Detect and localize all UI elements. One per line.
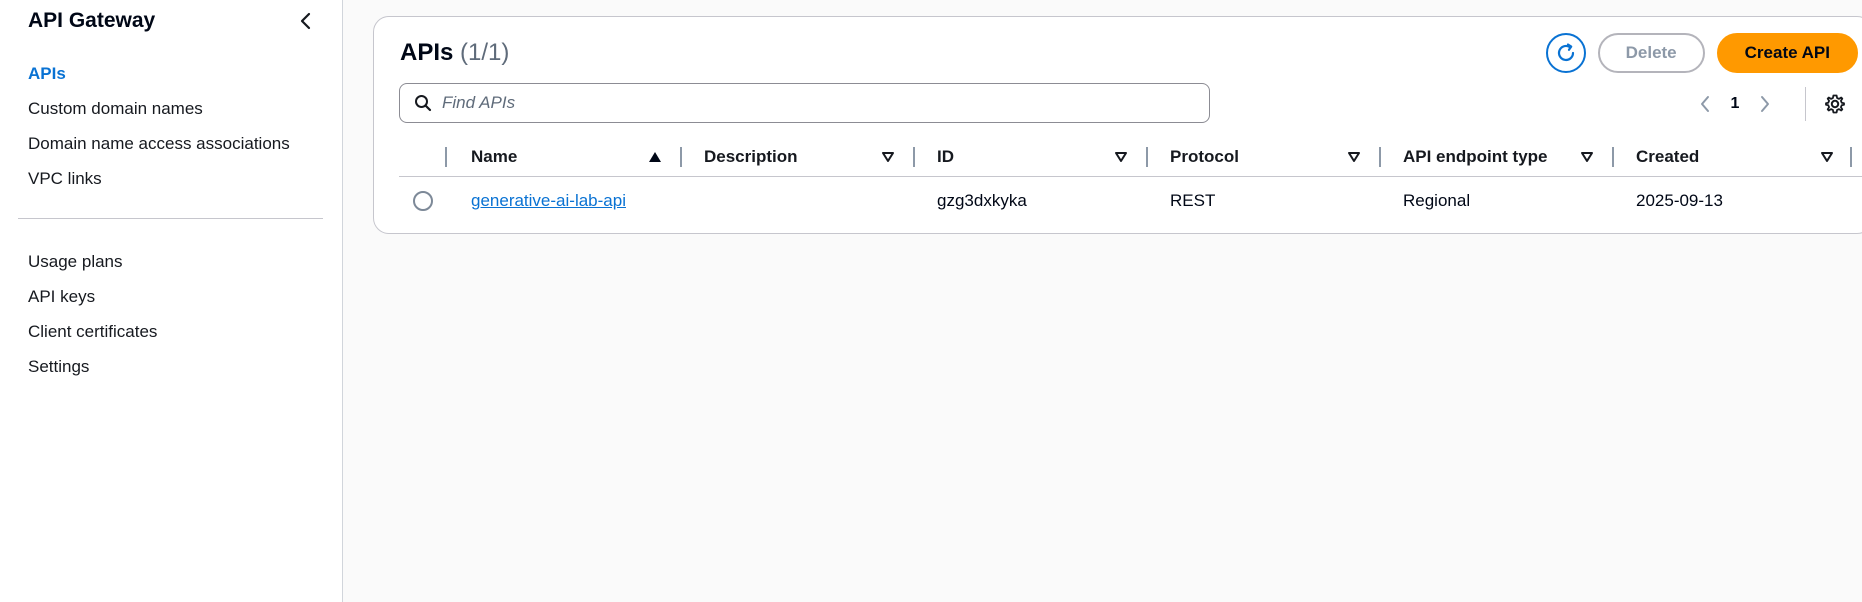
refresh-button[interactable] (1545, 33, 1586, 73)
sort-descending-icon[interactable] (1820, 151, 1834, 163)
table-row: generative-ai-lab-api gzg3dxkyka REST Re… (399, 177, 1862, 225)
column-header-protocol-label: Protocol (1170, 146, 1239, 166)
refresh-icon (1557, 43, 1574, 62)
column-header-name[interactable]: Name (447, 137, 680, 176)
search-icon (415, 95, 432, 112)
sidebar-item-client-certificates[interactable]: Client certificates (28, 314, 157, 349)
sidebar-item-api-keys[interactable]: API keys (28, 279, 157, 314)
api-name-link[interactable]: generative-ai-lab-api (471, 191, 626, 210)
sort-descending-icon[interactable] (1347, 151, 1361, 163)
sidebar-item-vpc-links[interactable]: VPC links (28, 161, 290, 196)
cell-id: gzg3dxkyka (937, 191, 1027, 210)
cell-endpoint-type: Regional (1403, 191, 1471, 210)
row-select-cell (399, 191, 447, 211)
settings-gear-icon (1825, 94, 1845, 114)
chevron-left-icon (1701, 96, 1709, 112)
column-header-description[interactable]: Description (680, 137, 913, 176)
cell-protocol: REST (1170, 191, 1216, 210)
collapse-sidebar-button[interactable] (294, 9, 318, 33)
chevron-right-icon (1761, 96, 1769, 112)
pagination-divider (1805, 87, 1806, 121)
sidebar-item-settings[interactable]: Settings (28, 349, 157, 384)
page-title: APIs (1/1) (400, 39, 509, 67)
column-header-id[interactable]: ID (913, 137, 1146, 176)
sort-ascending-icon[interactable] (648, 151, 662, 163)
column-header-name-label: Name (471, 146, 518, 166)
chevron-left-icon (300, 12, 311, 30)
next-page-button[interactable] (1750, 89, 1780, 119)
delete-button[interactable]: Delete (1597, 33, 1705, 73)
column-header-endpoint-type-label: API endpoint type (1403, 146, 1548, 166)
cell-name: generative-ai-lab-api (447, 191, 680, 211)
sort-descending-icon[interactable] (1580, 151, 1594, 163)
main-content: APIs (1/1) Delete Create API Find APIs 1… (343, 0, 1862, 602)
nav-divider (18, 218, 323, 219)
create-api-button[interactable]: Create API (1716, 33, 1858, 73)
column-header-id-label: ID (937, 146, 954, 166)
table-preferences-button[interactable] (1820, 89, 1850, 119)
select-column-header (399, 137, 447, 176)
page-title-text: APIs (400, 39, 454, 66)
side-navigation: API Gateway APIs Custom domain names Dom… (0, 0, 343, 602)
sidebar-header: API Gateway (28, 6, 318, 36)
secondary-nav-list: Usage plans API keys Client certificates… (28, 244, 157, 384)
sidebar-title[interactable]: API Gateway (28, 9, 155, 33)
header-actions: Delete Create API (1545, 33, 1858, 73)
apis-table-container: APIs (1/1) Delete Create API Find APIs 1… (373, 16, 1862, 234)
cell-created: 2025-09-13 (1636, 191, 1723, 210)
previous-page-button[interactable] (1690, 89, 1720, 119)
sidebar-item-usage-plans[interactable]: Usage plans (28, 244, 157, 279)
sort-descending-icon[interactable] (1114, 151, 1128, 163)
column-header-api-endpoint-type[interactable]: API endpoint type (1379, 137, 1612, 176)
sort-descending-icon[interactable] (881, 151, 895, 163)
sidebar-item-custom-domain-names[interactable]: Custom domain names (28, 91, 290, 126)
app-root: API Gateway APIs Custom domain names Dom… (0, 0, 1862, 602)
current-page-number[interactable]: 1 (1720, 95, 1750, 113)
primary-nav-list: APIs Custom domain names Domain name acc… (28, 56, 290, 196)
column-header-protocol[interactable]: Protocol (1146, 137, 1379, 176)
sidebar-item-domain-name-access-associations[interactable]: Domain name access associations (28, 126, 290, 161)
column-header-created[interactable]: Created (1612, 137, 1852, 176)
row-select-radio[interactable] (413, 191, 433, 211)
column-header-description-label: Description (704, 146, 798, 166)
apis-table: Name Description ID Protocol API endpoin… (399, 137, 1862, 225)
search-field[interactable] (399, 83, 1210, 123)
api-count: (1/1) (460, 39, 510, 66)
search-input[interactable] (442, 93, 1209, 113)
pagination: 1 (1690, 87, 1780, 121)
column-header-created-label: Created (1636, 146, 1700, 166)
table-header-row: Name Description ID Protocol API endpoin… (399, 137, 1862, 177)
sidebar-item-apis[interactable]: APIs (28, 56, 290, 91)
